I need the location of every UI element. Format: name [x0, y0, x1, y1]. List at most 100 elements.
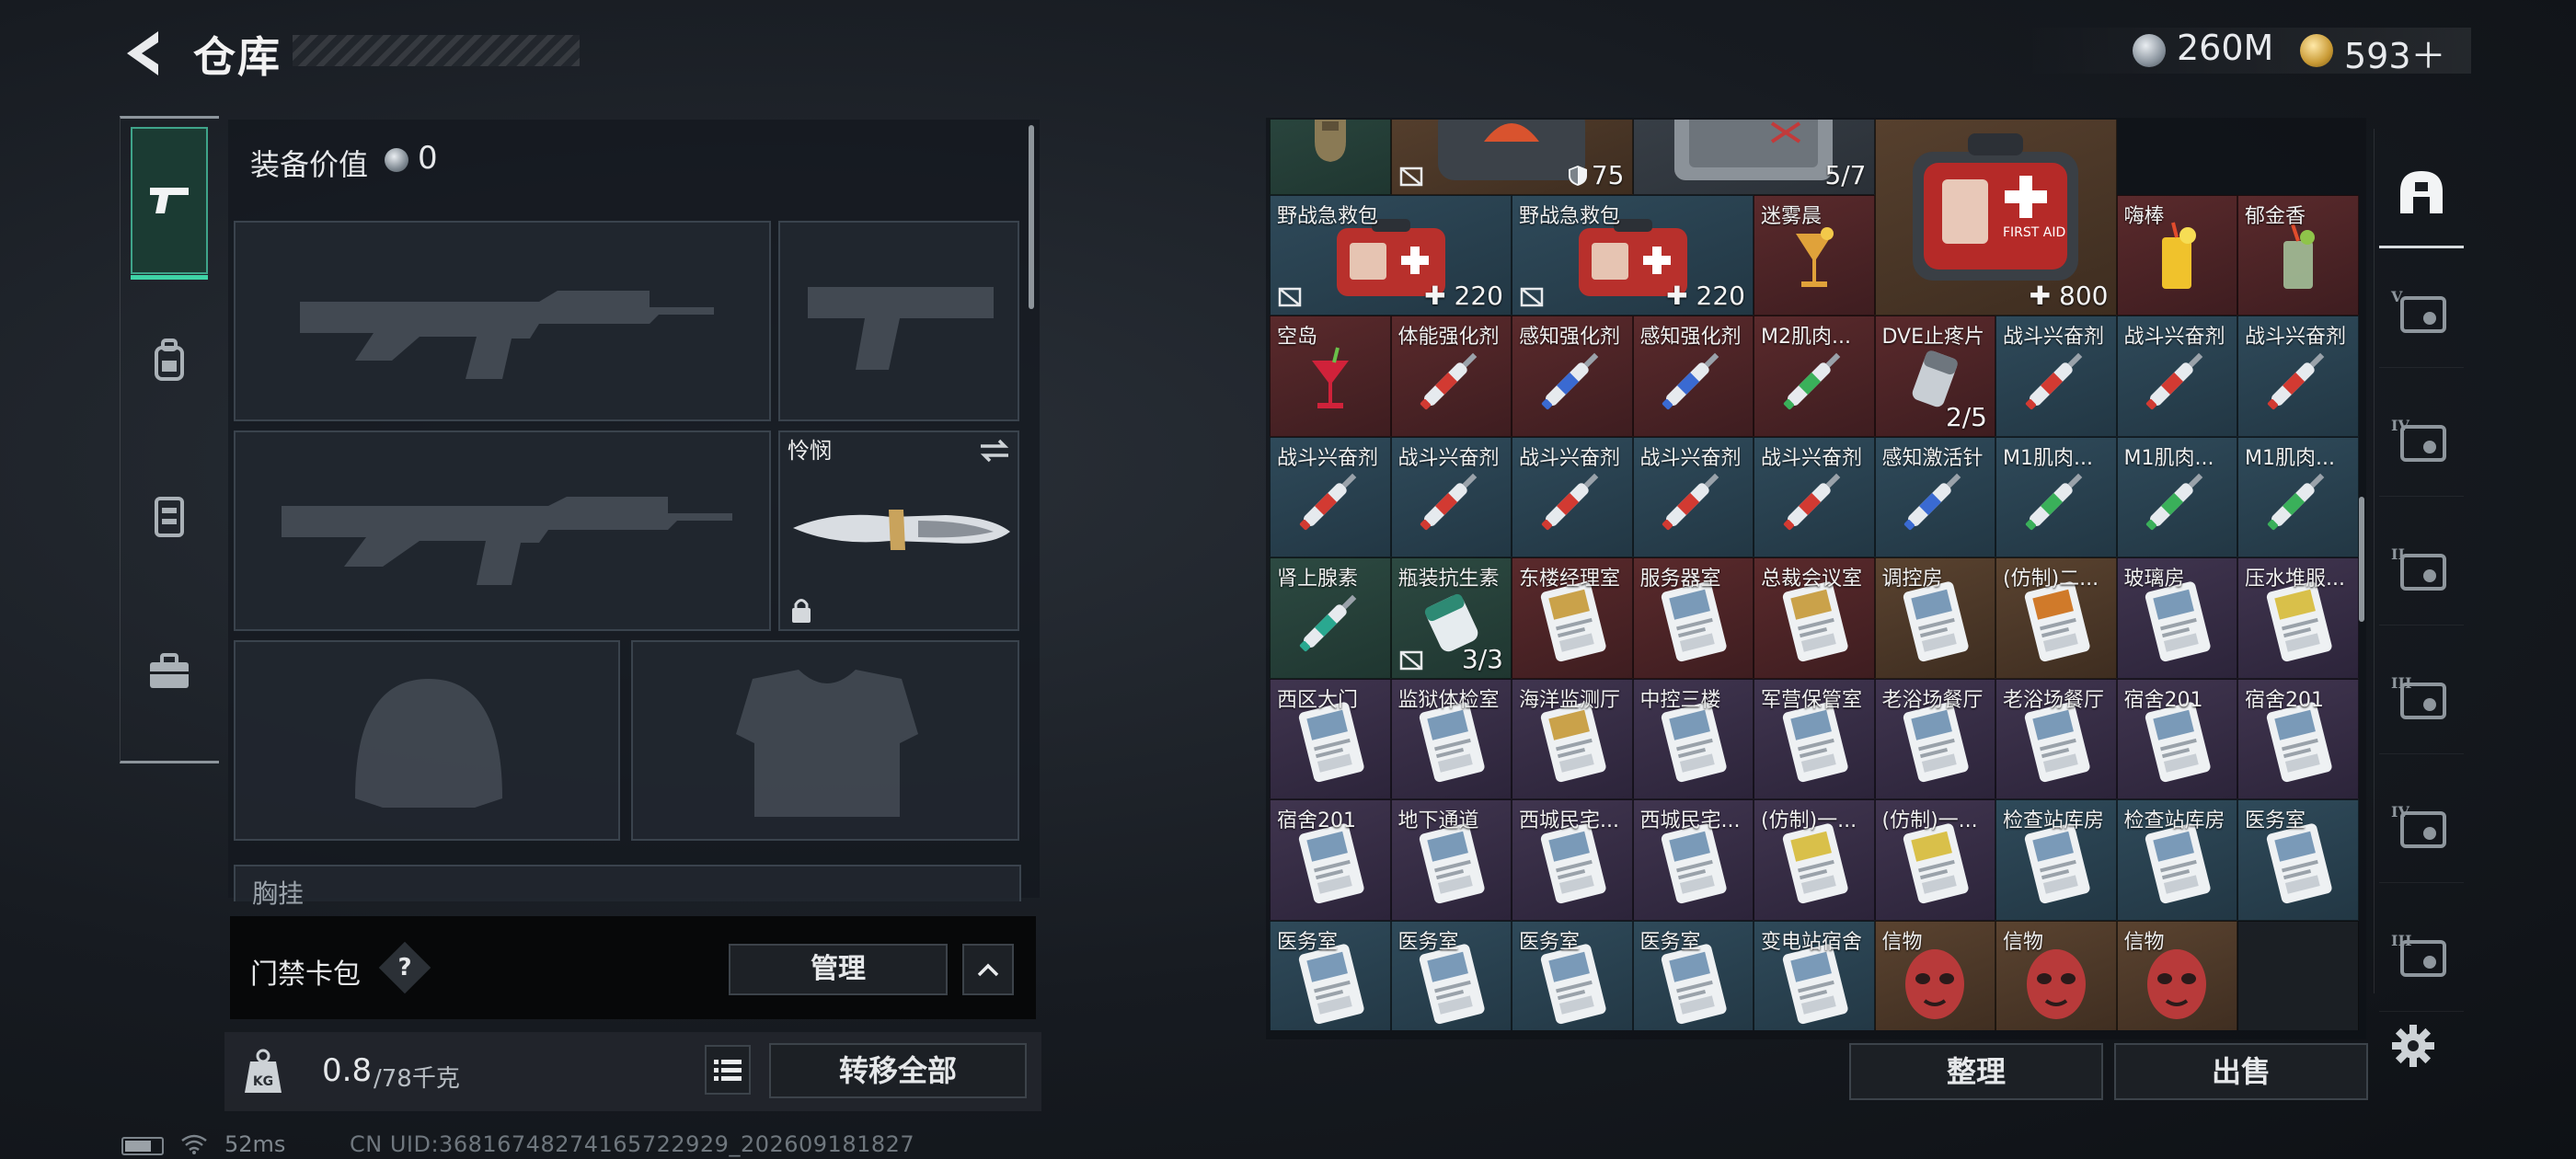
tab-backpack[interactable] — [131, 287, 208, 434]
stash-item[interactable]: 调控房 — [1874, 557, 1995, 679]
stash-item[interactable]: 空岛 — [1270, 316, 1391, 437]
stash-item[interactable]: 战斗兴奋剂 — [1270, 436, 1391, 557]
stash-scrollbar[interactable] — [2359, 497, 2364, 622]
stash-item[interactable]: 战斗兴奋剂 — [1754, 436, 1875, 557]
stash-item[interactable]: 医务室 — [1390, 920, 1512, 1030]
stash-item[interactable]: 医务室 — [1632, 920, 1754, 1030]
stash-item[interactable]: (仿制)一... — [1874, 799, 1995, 921]
manage-button[interactable]: 管理 — [729, 944, 948, 995]
stash-item[interactable]: 变电站宿舍 — [1754, 920, 1875, 1030]
swap-icon[interactable] — [979, 438, 1010, 464]
stash-item[interactable]: 东楼经理室 — [1512, 557, 1633, 679]
sell-button[interactable]: 出售 — [2114, 1043, 2368, 1100]
stash-item[interactable]: 老浴场餐厅 — [1874, 678, 1995, 799]
stash-item[interactable]: M1肌肉... — [2116, 436, 2237, 557]
stash-item[interactable]: 嗨棒 — [2116, 194, 2237, 316]
tab-tier-v-case[interactable]: V — [2379, 258, 2464, 368]
stash-item[interactable]: DVE止疼片 2/5 — [1874, 316, 1995, 437]
stash-item[interactable]: M1肌肉... — [1995, 436, 2117, 557]
item-name: 医务室 — [2245, 809, 2306, 832]
stash-item[interactable]: (仿制)二... — [1995, 557, 2117, 679]
tab-all-items[interactable] — [2379, 138, 2464, 248]
stash-item[interactable]: 宿舍201 — [1270, 799, 1391, 921]
stash-item[interactable]: 老浴场餐厅 — [1995, 678, 2117, 799]
stash-item[interactable]: 军营保管室 — [1754, 678, 1875, 799]
item-name: (仿制)二... — [2003, 568, 2099, 591]
stash-item[interactable]: 战斗兴奋剂 — [1390, 436, 1512, 557]
stash-item[interactable]: 野战急救包 ✚ 220 — [1512, 194, 1754, 316]
stash-grid[interactable]: 75 5/7 FIRST AID ✚ 800 野战急救包 ✚ 220 野战急救包 ✚ 220 迷… — [1270, 120, 2361, 1030]
collapse-button[interactable] — [962, 944, 1014, 995]
stash-item[interactable]: 75 — [1390, 120, 1633, 195]
stash-item[interactable]: 战斗兴奋剂 — [2237, 316, 2359, 437]
stash-item[interactable]: 总裁会议室 — [1754, 557, 1875, 679]
pistol-slot[interactable] — [778, 221, 1019, 421]
chest-rig-slot[interactable] — [234, 865, 1021, 901]
stash-item[interactable]: 压水堆服... — [2237, 557, 2359, 679]
tab-tier-iv-folder[interactable]: IV — [2379, 773, 2464, 883]
stash-item[interactable]: 体能强化剂 — [1390, 316, 1512, 437]
armor-slot[interactable] — [631, 640, 1019, 841]
stash-item[interactable]: 地下通道 — [1390, 799, 1512, 921]
stash-item[interactable]: 中控三楼 — [1632, 678, 1754, 799]
stash-item[interactable]: 检查站库房 — [1995, 799, 2117, 921]
organize-button[interactable]: 整理 — [1849, 1043, 2103, 1100]
stash-item[interactable]: 玻璃房 — [2116, 557, 2237, 679]
stash-item[interactable]: 海洋监测厅 — [1512, 678, 1633, 799]
stash-item[interactable]: 感知强化剂 — [1512, 316, 1633, 437]
stash-item[interactable]: 信物 — [2116, 920, 2237, 1030]
stash-item[interactable]: 战斗兴奋剂 — [1512, 436, 1633, 557]
stash-item[interactable]: 医务室 — [2237, 799, 2359, 921]
stash-item[interactable]: M1肌肉... — [2237, 436, 2359, 557]
stash-item[interactable]: 宿舍201 — [2116, 678, 2237, 799]
tab-tier-iv-case[interactable]: IV — [2379, 386, 2464, 497]
settings-gear-icon[interactable] — [2390, 1023, 2436, 1069]
stash-item[interactable]: 瓶装抗生素 3/3 — [1390, 557, 1512, 679]
tab-weapons[interactable] — [131, 127, 208, 280]
item-icon — [1893, 942, 1976, 1028]
primary-weapon-slot[interactable] — [234, 221, 771, 421]
stash-item[interactable]: 检查站库房 — [2116, 799, 2237, 921]
stash-item[interactable]: 西城民宅... — [1632, 799, 1754, 921]
stash-item[interactable]: FIRST AID ✚ 800 — [1874, 120, 2117, 316]
stash-item[interactable]: 信物 — [1874, 920, 1995, 1030]
tab-tier-ii-folder[interactable]: II — [2379, 515, 2464, 625]
stash-item[interactable]: 野战急救包 ✚ 220 — [1270, 194, 1512, 316]
stash-item[interactable] — [1270, 120, 1391, 195]
item-name: 肾上腺素 — [1277, 568, 1359, 591]
stash-item[interactable]: 战斗兴奋剂 — [2116, 316, 2237, 437]
stash-item[interactable]: 5/7 — [1632, 120, 1875, 195]
stash-item[interactable]: 感知激活针 — [1874, 436, 1995, 557]
gold-balance[interactable]: 593＋ — [2344, 28, 2446, 78]
stash-item[interactable]: 肾上腺素 — [1270, 557, 1391, 679]
stash-item[interactable]: 迷雾晨 — [1754, 194, 1875, 316]
stash-item[interactable]: 郁金香 — [2237, 194, 2359, 316]
stash-item[interactable]: 监狱体检室 — [1390, 678, 1512, 799]
stash-item[interactable]: 西区大门 — [1270, 678, 1391, 799]
svg-text:V: V — [2390, 288, 2403, 305]
tab-secure-case[interactable] — [131, 598, 208, 745]
stash-item[interactable]: 战斗兴奋剂 — [1632, 436, 1754, 557]
back-button[interactable] — [118, 26, 169, 81]
item-icon — [1893, 458, 1976, 545]
list-view-button[interactable] — [705, 1045, 751, 1095]
stash-item[interactable]: 信物 — [1995, 920, 2117, 1030]
tab-vest[interactable] — [131, 443, 208, 591]
tab-tier-iii-pouch[interactable]: III — [2379, 901, 2464, 1012]
transfer-all-button[interactable]: 转移全部 — [769, 1043, 1027, 1098]
melee-name: 怜悯 — [788, 438, 832, 464]
loadout-scrollbar[interactable] — [1029, 125, 1034, 309]
stash-item[interactable]: 西城民宅... — [1512, 799, 1633, 921]
tab-tier-iii-pouch[interactable]: III — [2379, 644, 2464, 754]
stash-item[interactable]: 感知强化剂 — [1632, 316, 1754, 437]
chevron-up-icon — [977, 963, 999, 977]
helmet-slot[interactable] — [234, 640, 620, 841]
stash-item[interactable]: 医务室 — [1270, 920, 1391, 1030]
stash-item[interactable]: 医务室 — [1512, 920, 1633, 1030]
stash-item[interactable]: 战斗兴奋剂 — [1995, 316, 2117, 437]
stash-item[interactable]: 宿舍201 — [2237, 678, 2359, 799]
stash-item[interactable]: 服务器室 — [1632, 557, 1754, 679]
stash-item[interactable]: (仿制)一... — [1754, 799, 1875, 921]
secondary-weapon-slot[interactable] — [234, 430, 771, 631]
stash-item[interactable]: M2肌肉... — [1754, 316, 1875, 437]
